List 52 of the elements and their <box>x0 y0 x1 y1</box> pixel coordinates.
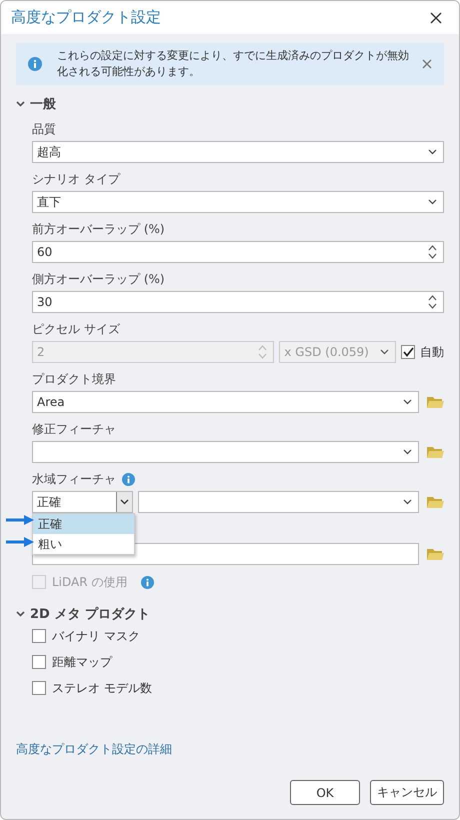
field-label: 側方オーバーラップ (%) <box>32 270 165 288</box>
dropdown-field[interactable]: 正確 <box>32 491 133 513</box>
chevron-icon[interactable] <box>16 101 25 107</box>
chevron-icon[interactable] <box>428 199 437 205</box>
chevron-icon[interactable] <box>16 611 25 617</box>
dialog-button[interactable]: キャンセル <box>370 780 444 805</box>
checkbox-label: バイナリ マスク <box>52 628 140 644</box>
field-label: シナリオ タイプ <box>32 170 120 188</box>
checkbox-label: 自動 <box>420 344 444 360</box>
field-label: 前方オーバーラップ (%) <box>32 220 165 238</box>
dropdown-field[interactable] <box>32 441 419 463</box>
chevron-icon[interactable] <box>403 449 412 455</box>
chevron-icon[interactable] <box>403 499 412 505</box>
banner-message: これらの設定に対する変更により、すでに生成済みのプロダクトが無効化される可能性があります。 <box>57 48 410 80</box>
help-link[interactable]: 高度なプロダクト設定の詳細 <box>16 741 172 758</box>
field-label: 水域フィーチャ <box>32 470 116 488</box>
field-label: 修正フィーチャ <box>32 420 116 438</box>
chevron-icon <box>120 499 129 505</box>
dialog-button[interactable]: OK <box>290 780 360 805</box>
dropdown-button[interactable] <box>116 492 132 512</box>
dropdown-field[interactable]: 直下 <box>32 191 444 213</box>
dropdown-field[interactable]: 超高 <box>32 141 444 163</box>
menu-item[interactable]: 粗い <box>33 534 134 554</box>
checkbox-label: 距離マップ <box>52 654 112 670</box>
chevron-icon[interactable] <box>428 149 437 155</box>
field-label: 品質 <box>32 120 56 138</box>
folder-icon[interactable] <box>427 496 444 508</box>
field-label: プロダクト境界 <box>32 370 116 388</box>
checkbox[interactable] <box>32 655 46 669</box>
checkbox[interactable] <box>32 681 46 695</box>
spinner-arrows-icon[interactable] <box>428 294 437 310</box>
folder-icon[interactable] <box>427 396 444 408</box>
close-icon[interactable] <box>430 12 442 24</box>
folder-icon[interactable] <box>427 548 444 560</box>
checkbox-label: LiDAR の使用 <box>52 574 128 590</box>
checkbox-label: ステレオ モデル数 <box>52 680 152 696</box>
menu-item[interactable]: 正確 <box>33 514 134 534</box>
spinner-arrows-icon[interactable] <box>428 244 437 260</box>
checkbox[interactable] <box>32 629 46 643</box>
folder-icon[interactable] <box>427 446 444 458</box>
info-icon <box>28 57 42 71</box>
section-header[interactable]: 一般 <box>16 95 444 113</box>
chevron-icon[interactable] <box>403 399 412 405</box>
window-title: 高度なプロダクト設定 <box>11 8 161 27</box>
number-field[interactable]: 60 <box>32 241 444 263</box>
info-icon[interactable] <box>122 472 135 486</box>
section-header[interactable]: 2D メタ プロダクト <box>16 605 444 623</box>
number-field[interactable]: 30 <box>32 291 444 313</box>
field-label: ピクセル サイズ <box>32 320 120 338</box>
dropdown-field[interactable]: Area <box>32 391 419 413</box>
dropdown-field[interactable] <box>138 491 419 513</box>
chevron-icon[interactable] <box>380 349 389 355</box>
